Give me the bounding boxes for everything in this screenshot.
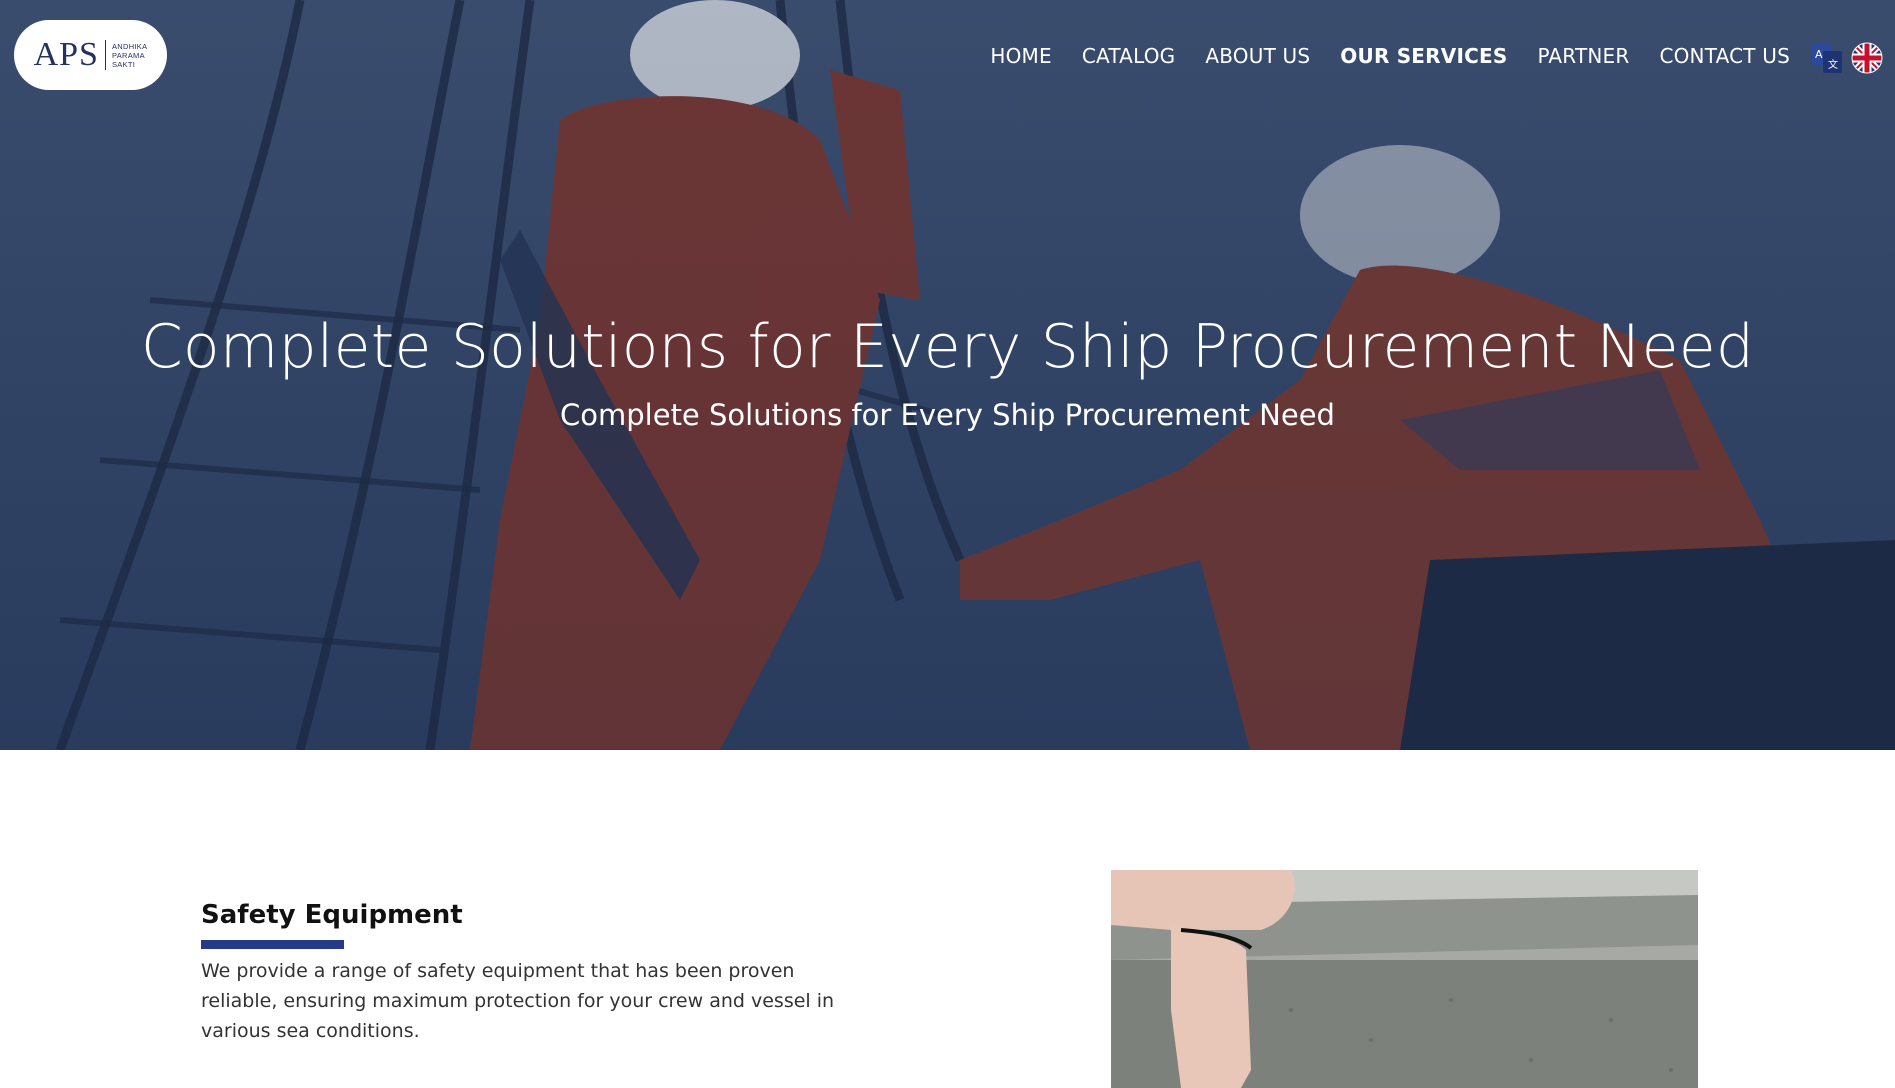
- hero-banner: APS ANDHIKA PARAMA SAKTI HOME CATALOG AB…: [0, 0, 1895, 750]
- hero-subtitle: Complete Solutions for Every Ship Procur…: [560, 398, 1335, 432]
- nav-about-us[interactable]: ABOUT US: [1205, 44, 1310, 68]
- logo-sub-line: ANDHIKA: [111, 41, 148, 51]
- nav-partner[interactable]: PARTNER: [1537, 44, 1629, 68]
- logo-sub-line: SAKTI: [111, 59, 136, 69]
- nav-catalog[interactable]: CATALOG: [1082, 44, 1176, 68]
- logo-mark: APS: [33, 36, 99, 73]
- logo-divider: [104, 40, 106, 70]
- section-description: We provide a range of safety equipment t…: [201, 960, 835, 1042]
- safety-equipment-image: [1111, 870, 1698, 1088]
- language-switcher: A 文: [1811, 42, 1883, 74]
- main-nav: HOME CATALOG ABOUT US OUR SERVICES PARTN…: [990, 44, 1790, 68]
- nav-our-services[interactable]: OUR SERVICES: [1340, 44, 1507, 68]
- svg-text:A: A: [1815, 48, 1823, 61]
- logo-subtitle: ANDHIKA PARAMA SAKTI: [112, 42, 147, 69]
- nav-home[interactable]: HOME: [990, 44, 1051, 68]
- section-title-underline: [201, 940, 344, 949]
- section-title: Safety Equipment: [201, 900, 463, 930]
- logo-sub-line: PARAMA: [111, 50, 145, 60]
- company-logo[interactable]: APS ANDHIKA PARAMA SAKTI: [14, 20, 167, 90]
- svg-text:文: 文: [1828, 58, 1838, 71]
- uk-flag-icon[interactable]: [1851, 42, 1883, 74]
- nav-contact-us[interactable]: CONTACT US: [1659, 44, 1790, 68]
- hero-title: Complete Solutions for Every Ship Procur…: [140, 312, 1755, 382]
- translate-icon[interactable]: A 文: [1811, 42, 1843, 74]
